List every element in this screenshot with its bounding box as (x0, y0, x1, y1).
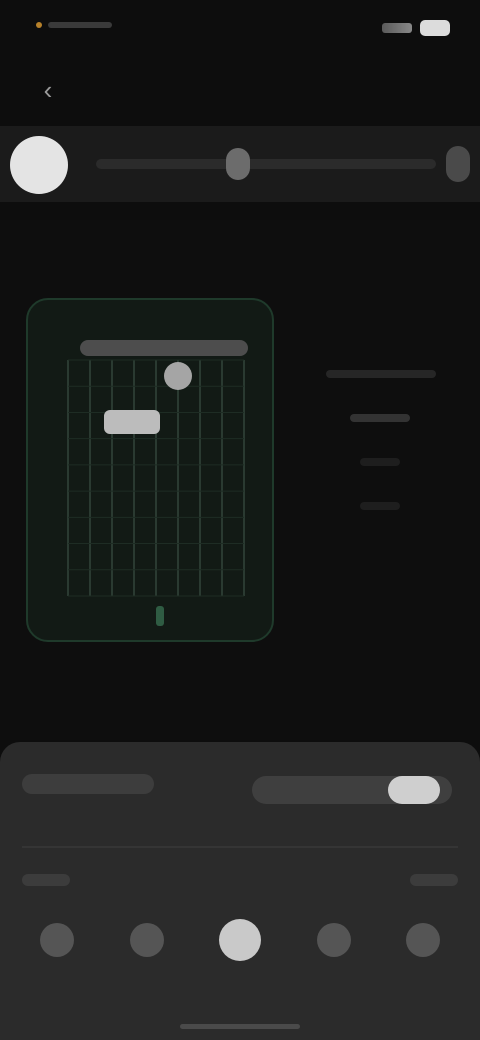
option-dot[interactable] (219, 919, 261, 961)
signal-icon (382, 23, 412, 33)
status-right (382, 20, 450, 36)
grid-header-bar (80, 340, 248, 356)
back-button[interactable]: ‹ (28, 70, 68, 110)
option-selector (40, 918, 440, 962)
canvas-area[interactable] (0, 220, 480, 740)
side-line (326, 370, 436, 378)
right-label (410, 874, 458, 886)
grid-highlight[interactable] (104, 410, 160, 434)
divider (22, 846, 458, 848)
left-label (22, 874, 70, 886)
status-left (36, 22, 112, 28)
recording-indicator-icon (36, 22, 42, 28)
grid-drawing (67, 340, 248, 626)
tool-end-button[interactable] (446, 146, 470, 182)
battery-icon (420, 20, 450, 36)
option-dot[interactable] (316, 923, 351, 957)
toolbar (0, 126, 480, 202)
size-slider-handle[interactable] (226, 148, 250, 180)
sheet-title (22, 774, 154, 794)
grid-marker (156, 606, 164, 626)
option-dot[interactable] (40, 923, 74, 957)
side-line (360, 502, 400, 510)
side-line (360, 458, 400, 466)
grid-handle[interactable] (164, 362, 192, 390)
chevron-left-icon: ‹ (43, 74, 53, 105)
toggle-switch[interactable] (388, 776, 440, 804)
status-time (48, 22, 112, 28)
color-swatch-icon[interactable] (10, 136, 68, 194)
side-line (350, 414, 410, 422)
grid-card[interactable] (26, 298, 274, 642)
side-panel (326, 370, 436, 546)
status-bar (0, 0, 480, 64)
option-dot[interactable] (129, 923, 164, 957)
home-indicator (180, 1024, 300, 1029)
option-dot[interactable] (406, 923, 440, 957)
size-slider[interactable] (96, 159, 436, 169)
bottom-sheet (0, 742, 480, 1040)
